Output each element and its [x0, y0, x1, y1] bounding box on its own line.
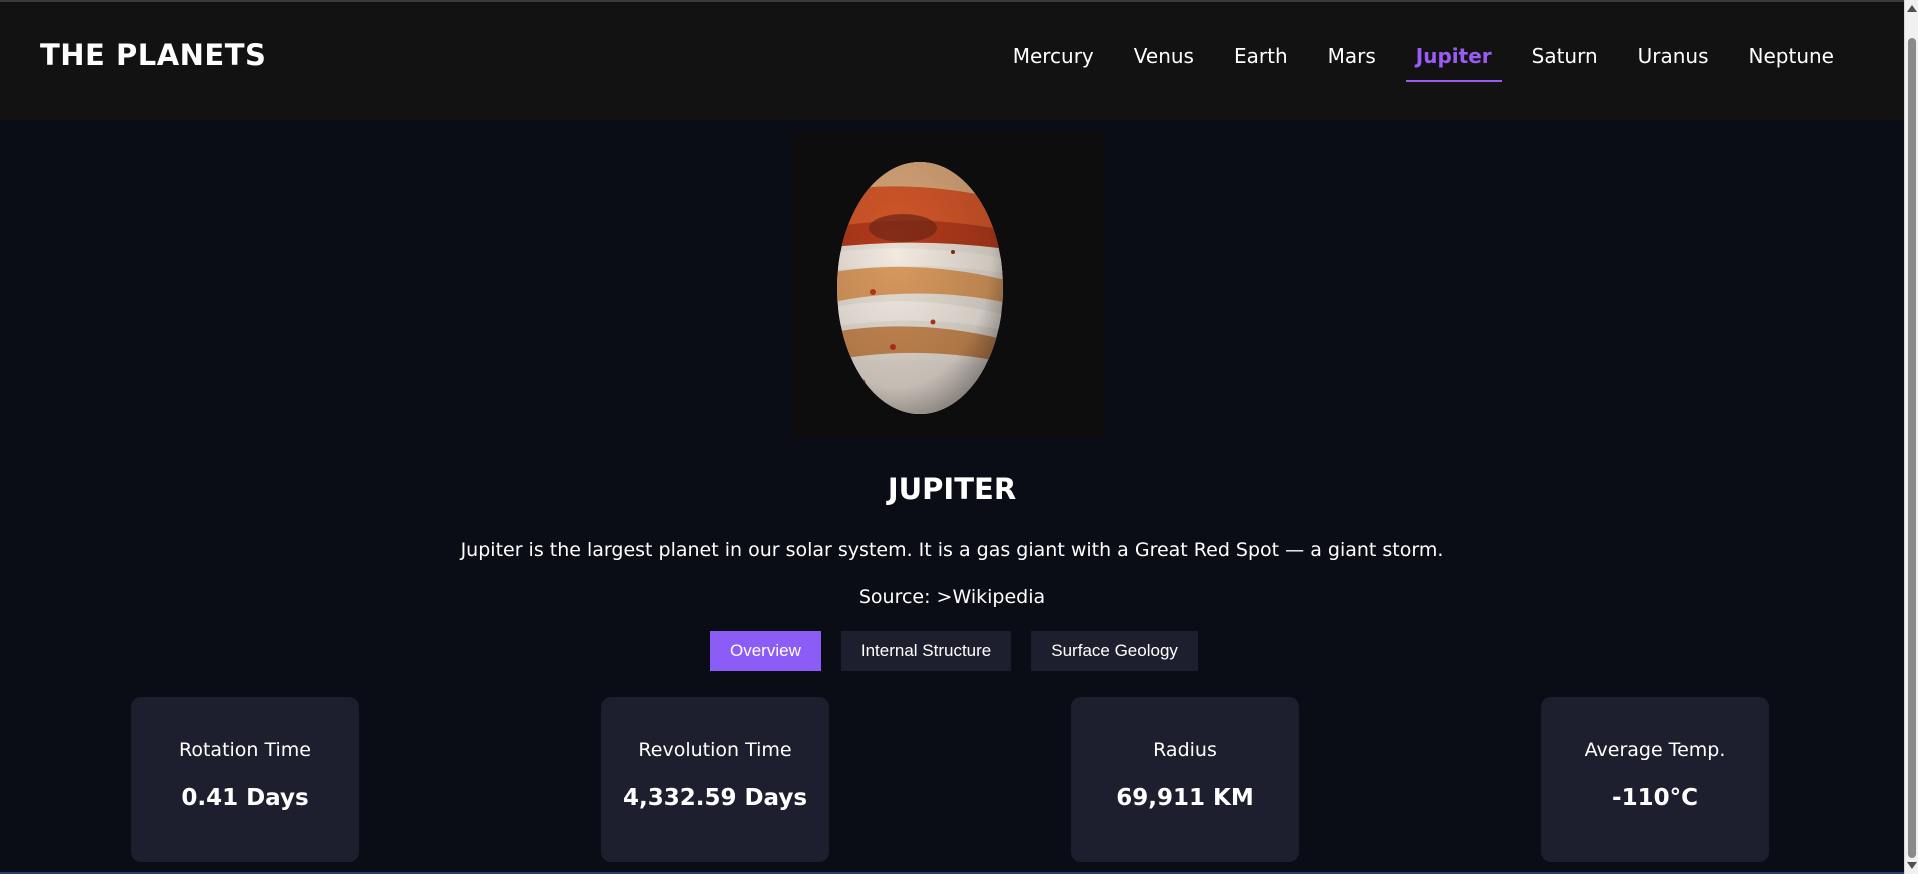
stat-card-revolution: Revolution Time 4,332.59 Days: [601, 697, 829, 862]
vertical-scrollbar[interactable]: [1904, 0, 1918, 874]
planet-description: Jupiter is the largest planet in our sol…: [460, 539, 1444, 561]
app-viewport: THE PLANETS Mercury Venus Earth Mars Jup…: [0, 0, 1918, 874]
nav-item-mars[interactable]: Mars: [1308, 44, 1396, 82]
stat-value: 4,332.59 Days: [622, 785, 808, 811]
planet-title: JUPITER: [887, 472, 1017, 506]
stat-card-average-temp: Average Temp. -110°C: [1541, 697, 1769, 862]
stat-label: Rotation Time: [179, 739, 311, 761]
scroll-up-arrow-icon[interactable]: [1907, 5, 1917, 12]
planet-nav: Mercury Venus Earth Mars Jupiter Saturn …: [993, 44, 1854, 82]
planet-image: [793, 132, 1105, 438]
nav-item-mercury[interactable]: Mercury: [993, 44, 1114, 82]
stat-value: -110°C: [1612, 785, 1698, 811]
scroll-down-arrow-icon[interactable]: [1907, 862, 1917, 869]
site-logo[interactable]: THE PLANETS: [40, 38, 266, 72]
tab-internal-structure[interactable]: Internal Structure: [840, 631, 1012, 671]
planet-source[interactable]: Source: >Wikipedia: [0, 586, 1904, 608]
tab-overview[interactable]: Overview: [710, 631, 821, 671]
stat-value: 69,911 KM: [1116, 785, 1254, 811]
stat-card-rotation: Rotation Time 0.41 Days: [131, 697, 359, 862]
stat-label: Average Temp.: [1584, 739, 1726, 761]
stat-label: Radius: [1153, 739, 1217, 761]
jupiter-image-icon: [793, 132, 1105, 438]
nav-item-uranus[interactable]: Uranus: [1618, 44, 1729, 82]
nav-item-jupiter[interactable]: Jupiter: [1396, 44, 1512, 82]
stat-value: 0.41 Days: [181, 785, 309, 811]
nav-item-earth[interactable]: Earth: [1214, 44, 1308, 82]
nav-item-neptune[interactable]: Neptune: [1729, 44, 1854, 82]
stat-card-radius: Radius 69,911 KM: [1071, 697, 1299, 862]
tab-surface-geology[interactable]: Surface Geology: [1031, 631, 1198, 671]
nav-item-venus[interactable]: Venus: [1114, 44, 1214, 82]
stat-label: Revolution Time: [638, 739, 792, 761]
top-header: THE PLANETS Mercury Venus Earth Mars Jup…: [0, 0, 1904, 120]
info-tabs: Overview Internal Structure Surface Geol…: [710, 631, 1198, 671]
scrollbar-thumb[interactable]: [1908, 38, 1916, 858]
nav-item-saturn[interactable]: Saturn: [1512, 44, 1618, 82]
